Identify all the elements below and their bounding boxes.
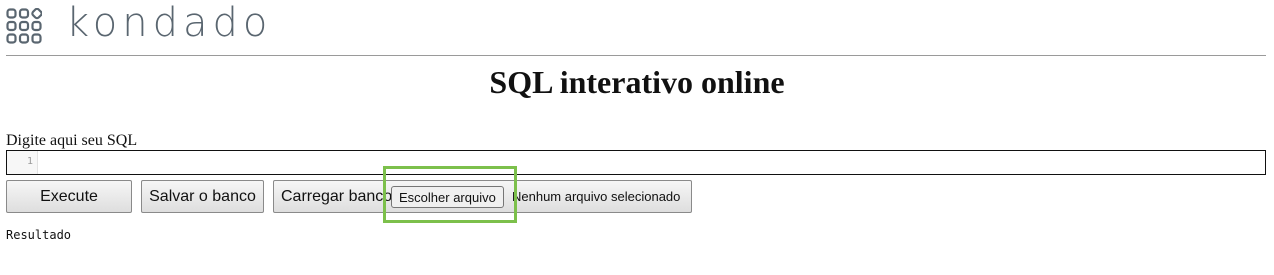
- execute-button[interactable]: Execute: [6, 180, 132, 213]
- site-header: kondado: [6, 0, 1266, 48]
- load-database-label: Carregar banco: [281, 187, 393, 205]
- sql-input-label: Digite aqui seu SQL: [6, 132, 138, 149]
- editor-gutter: 1: [7, 151, 38, 174]
- file-status-text: Nenhum arquivo selecionado: [512, 189, 681, 204]
- sql-editor[interactable]: 1: [6, 150, 1266, 175]
- result-label: Resultado: [6, 228, 72, 242]
- line-number: 1: [26, 156, 33, 167]
- grid-logo-icon: [6, 8, 42, 44]
- choose-file-button[interactable]: Escolher arquivo: [391, 186, 504, 208]
- brand-logo-text: kondado: [66, 0, 273, 46]
- save-database-button[interactable]: Salvar o banco: [141, 180, 264, 213]
- page-title: SQL interativo online: [489, 64, 785, 100]
- header-divider: [6, 55, 1266, 56]
